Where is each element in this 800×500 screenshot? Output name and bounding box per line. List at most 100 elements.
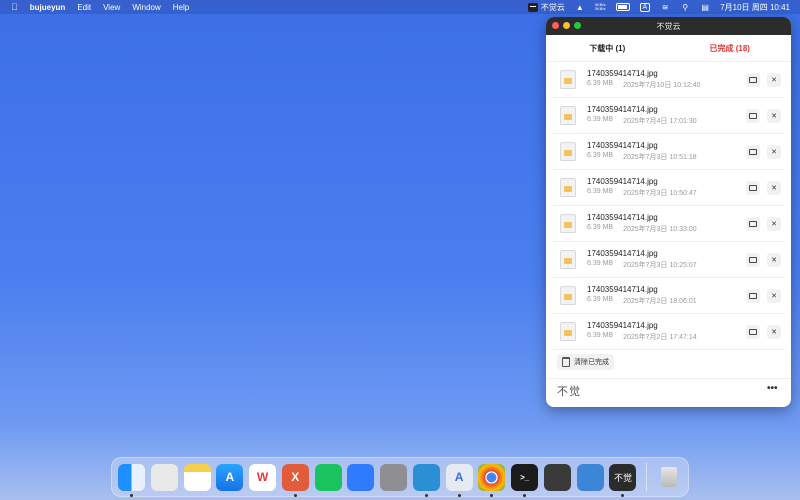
image-file-icon	[560, 250, 576, 269]
tab-bar: 下载中 (1) 已完成 (18)	[546, 35, 791, 62]
running-indicator	[130, 493, 133, 497]
trash-icon	[562, 357, 570, 367]
file-name: 1740359414714.jpg	[587, 321, 658, 330]
lark-icon[interactable]	[347, 463, 375, 491]
instruments-icon[interactable]: A	[445, 463, 473, 497]
remove-item-button[interactable]: ✕	[767, 252, 781, 267]
menu-help[interactable]: Help	[173, 3, 189, 12]
footer-divider	[546, 378, 791, 379]
list-item[interactable]: 1740359414714.jpg 6.39 MB 2025年7月2日 17:47…	[552, 314, 785, 350]
xmind-icon[interactable]: X	[281, 463, 309, 497]
file-name: 1740359414714.jpg	[587, 285, 658, 294]
list-item[interactable]: 1740359414714.jpg 6.39 MB 2025年7月2日 18:06…	[552, 278, 785, 314]
remove-item-button[interactable]: ✕	[767, 324, 781, 339]
file-date: 2025年7月2日 18:06:01	[623, 298, 697, 305]
running-indicator	[621, 493, 625, 497]
notes-icon[interactable]	[183, 463, 211, 491]
show-in-folder-button[interactable]	[746, 72, 760, 87]
list-item[interactable]: 1740359414714.jpg 6.39 MB 2025年7月10日 10:1…	[552, 62, 785, 98]
file-date: 2025年7月3日 10:25:07	[623, 262, 697, 269]
more-options-button[interactable]: •••	[767, 383, 778, 394]
status-item-label: 不觉云	[540, 2, 565, 12]
dock: A W X A >_ 不觉	[111, 457, 689, 497]
list-item[interactable]: 1740359414714.jpg 6.39 MB 2025年7月4日 17:01…	[552, 98, 785, 134]
wps-office-icon[interactable]: W	[249, 463, 277, 491]
file-size: 6.39 MB	[587, 296, 614, 303]
image-file-icon	[560, 142, 576, 161]
input-method-indicator[interactable]: A	[639, 2, 651, 12]
battery-icon[interactable]	[615, 3, 630, 11]
file-name: 1740359414714.jpg	[587, 105, 658, 114]
file-size: 6.39 MB	[587, 332, 614, 339]
tab-downloading[interactable]: 下载中 (1)	[546, 43, 669, 54]
remove-item-button[interactable]: ✕	[767, 144, 781, 159]
running-indicator	[457, 493, 461, 497]
file-size: 6.39 MB	[587, 116, 614, 123]
finder-icon[interactable]	[118, 463, 145, 497]
menu-app-name[interactable]: bujueyun	[30, 3, 66, 12]
close-window-button[interactable]	[552, 22, 559, 29]
show-in-folder-button[interactable]	[746, 216, 760, 231]
window-titlebar[interactable]: 不觉云	[546, 17, 791, 35]
image-file-icon	[560, 106, 576, 125]
zoom-window-button[interactable]	[574, 22, 581, 29]
clear-completed-button[interactable]: 清除已完成	[557, 354, 614, 370]
minimize-window-button[interactable]	[563, 22, 570, 29]
file-date: 2025年7月10日 10:12:40	[623, 82, 701, 89]
show-in-folder-button[interactable]	[746, 288, 760, 303]
wechat-icon[interactable]	[314, 463, 342, 491]
image-file-icon	[560, 70, 576, 89]
menu-clock[interactable]: 7月10日 周四 10:41	[720, 2, 790, 13]
bujueyun-icon[interactable]: 不觉	[609, 463, 637, 497]
show-in-folder-button[interactable]	[746, 180, 760, 195]
menu-window[interactable]: Window	[132, 3, 160, 12]
apple-menu-icon[interactable]: 	[11, 2, 18, 12]
list-item[interactable]: 1740359414714.jpg 6.39 MB 2025年7月3日 10:25…	[552, 242, 785, 278]
tab-completed[interactable]: 已完成 (18)	[669, 43, 792, 54]
show-in-folder-button[interactable]	[746, 252, 760, 267]
window-title: 不觉云	[656, 21, 681, 31]
terminal-icon[interactable]: >_	[511, 463, 539, 497]
remove-item-button[interactable]: ✕	[767, 216, 781, 231]
file-size: 6.39 MB	[587, 188, 614, 195]
file-name: 1740359414714.jpg	[587, 213, 658, 222]
keychain-access-icon[interactable]	[543, 463, 571, 491]
list-item[interactable]: 1740359414714.jpg 6.39 MB 2025年7月3日 10:50…	[552, 170, 785, 206]
control-center-icon[interactable]: ▤	[700, 3, 710, 12]
network-speed[interactable]: 0KB/s 0KB/s	[595, 2, 606, 12]
list-item[interactable]: 1740359414714.jpg 6.39 MB 2025年7月3日 10:51…	[552, 134, 785, 170]
file-name: 1740359414714.jpg	[587, 141, 658, 150]
show-in-folder-button[interactable]	[746, 108, 760, 123]
file-name: 1740359414714.jpg	[587, 177, 658, 186]
system-settings-icon[interactable]	[380, 463, 408, 491]
launchpad-icon[interactable]	[150, 463, 178, 491]
file-date: 2025年7月2日 17:47:14	[623, 334, 697, 341]
remove-item-button[interactable]: ✕	[767, 72, 781, 87]
spotlight-search-icon[interactable]: ⚲	[680, 3, 690, 12]
list-item[interactable]: 1740359414714.jpg 6.39 MB 2025年7月3日 10:33…	[552, 206, 785, 242]
image-file-icon	[560, 322, 576, 341]
remove-item-button[interactable]: ✕	[767, 180, 781, 195]
app-window: 不觉云 下载中 (1) 已完成 (18) 1740359414714.jpg 6…	[546, 17, 791, 407]
xcode-icon[interactable]	[576, 463, 604, 491]
image-file-icon	[560, 178, 576, 197]
remove-item-button[interactable]: ✕	[767, 288, 781, 303]
show-in-folder-button[interactable]	[746, 144, 760, 159]
bag-icon[interactable]: ▲	[575, 3, 585, 12]
menu-view[interactable]: View	[103, 3, 120, 12]
wifi-icon[interactable]: ≋	[660, 3, 670, 12]
file-date: 2025年7月4日 17:01:30	[623, 118, 697, 125]
trash-can-shape	[660, 467, 677, 487]
image-file-icon	[560, 286, 576, 305]
status-item-bujueyun[interactable]: 不觉云	[527, 2, 565, 13]
menu-edit[interactable]: Edit	[77, 3, 91, 12]
trash-icon[interactable]	[655, 464, 682, 491]
vscode-icon[interactable]	[412, 463, 440, 497]
show-in-folder-button[interactable]	[746, 324, 760, 339]
file-size: 6.39 MB	[587, 80, 614, 87]
app-store-icon[interactable]: A	[216, 463, 244, 491]
remove-item-button[interactable]: ✕	[767, 108, 781, 123]
file-date: 2025年7月3日 10:51:18	[623, 154, 697, 161]
file-date: 2025年7月3日 10:33:00	[623, 226, 697, 233]
chrome-icon[interactable]	[478, 463, 506, 497]
